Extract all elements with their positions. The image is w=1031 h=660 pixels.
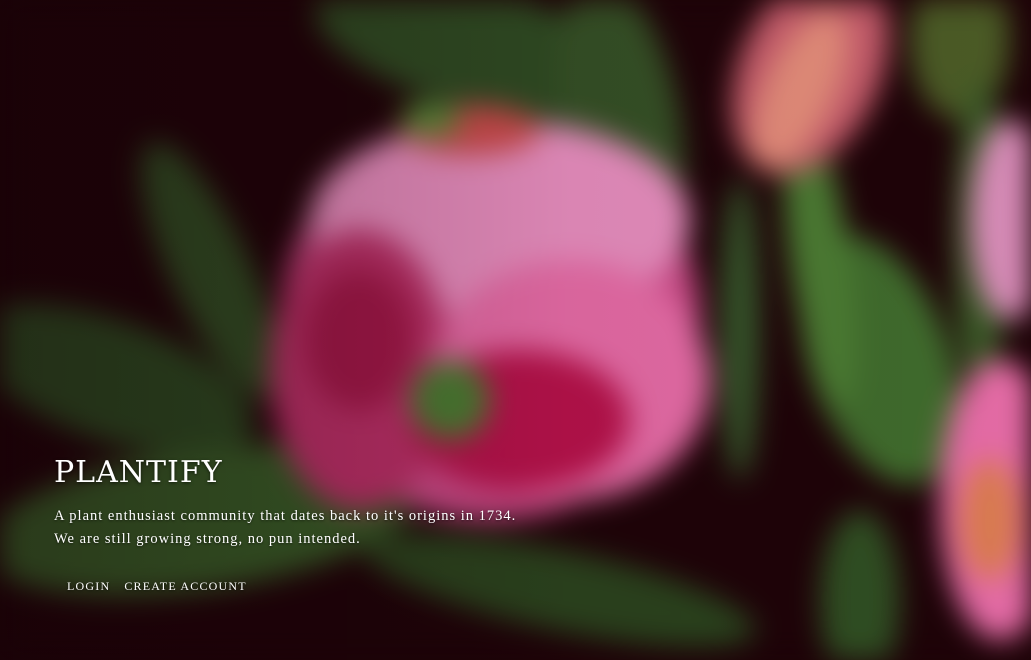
brand-title: PLANTIFY	[54, 455, 223, 490]
login-link[interactable]: LOGIN	[67, 579, 110, 594]
hero-content: PLANTIFY A plant enthusiast community th…	[54, 455, 516, 594]
tagline-line-2: We are still growing strong, no pun inte…	[54, 531, 361, 547]
create-account-link[interactable]: CREATE ACCOUNT	[124, 579, 246, 594]
tagline-line-1: A plant enthusiast community that dates …	[54, 508, 517, 524]
hero-section: PLANTIFY A plant enthusiast community th…	[0, 0, 1031, 660]
tagline: A plant enthusiast community that dates …	[54, 505, 516, 551]
auth-links: LOGIN CREATE ACCOUNT	[67, 579, 516, 594]
